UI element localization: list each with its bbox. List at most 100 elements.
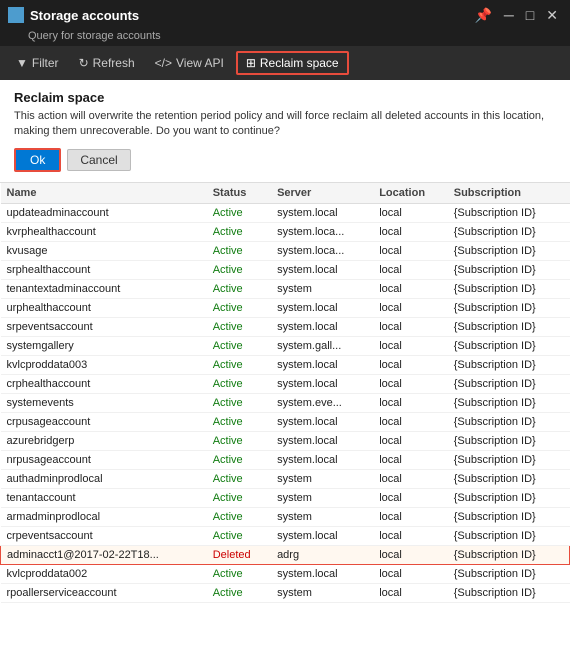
cell-location: local: [373, 203, 448, 222]
main-window: Storage accounts 📌 ─ □ ✕ Query for stora…: [0, 0, 570, 661]
table-row[interactable]: kvlcproddata003Activesystem.locallocal{S…: [1, 355, 570, 374]
cell-name: kvlcproddata003: [1, 355, 207, 374]
minimize-button[interactable]: ─: [500, 7, 518, 23]
table-row[interactable]: kvusageActivesystem.loca...local{Subscri…: [1, 241, 570, 260]
alert-box: Reclaim space This action will overwrite…: [0, 80, 570, 183]
cell-subscription: {Subscription ID}: [448, 241, 570, 260]
cell-status: Active: [207, 393, 271, 412]
view-api-button[interactable]: </> View API: [147, 53, 232, 73]
table-row[interactable]: azurebridgerpActivesystem.locallocal{Sub…: [1, 431, 570, 450]
cell-subscription: {Subscription ID}: [448, 450, 570, 469]
view-api-label: View API: [176, 56, 224, 70]
table-row[interactable]: systemgalleryActivesystem.gall...local{S…: [1, 336, 570, 355]
col-subscription: Subscription: [448, 183, 570, 204]
cell-name: updateadminaccount: [1, 203, 207, 222]
cell-location: local: [373, 469, 448, 488]
cell-status: Active: [207, 298, 271, 317]
table-container[interactable]: Name Status Server Location Subscription…: [0, 183, 570, 661]
subtitle-bar: Query for storage accounts: [0, 30, 570, 46]
ok-button[interactable]: Ok: [14, 148, 61, 172]
cell-subscription: {Subscription ID}: [448, 298, 570, 317]
cell-subscription: {Subscription ID}: [448, 412, 570, 431]
cell-subscription: {Subscription ID}: [448, 507, 570, 526]
cell-server: system.local: [271, 564, 373, 583]
cell-subscription: {Subscription ID}: [448, 526, 570, 545]
cell-server: adrg: [271, 545, 373, 564]
table-row[interactable]: rpoallerserviceaccountActivesystemlocal{…: [1, 583, 570, 602]
table-row[interactable]: armadminprodlocalActivesystemlocal{Subsc…: [1, 507, 570, 526]
cell-subscription: {Subscription ID}: [448, 393, 570, 412]
cell-server: system: [271, 469, 373, 488]
cell-location: local: [373, 355, 448, 374]
maximize-button[interactable]: □: [522, 7, 538, 23]
table-row[interactable]: updateadminaccountActivesystem.localloca…: [1, 203, 570, 222]
reclaim-button[interactable]: ⊞ Reclaim space: [236, 51, 349, 75]
cell-name: armadminprodlocal: [1, 507, 207, 526]
storage-table: Name Status Server Location Subscription…: [0, 183, 570, 603]
table-row[interactable]: authadminprodlocalActivesystemlocal{Subs…: [1, 469, 570, 488]
table-row[interactable]: urphealthaccountActivesystem.locallocal{…: [1, 298, 570, 317]
table-row[interactable]: nrpusageaccountActivesystem.locallocal{S…: [1, 450, 570, 469]
close-button[interactable]: ✕: [542, 7, 562, 24]
cell-server: system.loca...: [271, 222, 373, 241]
cell-status: Active: [207, 279, 271, 298]
cell-status: Active: [207, 336, 271, 355]
cell-server: system.local: [271, 298, 373, 317]
pin-button[interactable]: 📌: [470, 7, 495, 24]
table-row[interactable]: srphealthaccountActivesystem.locallocal{…: [1, 260, 570, 279]
cell-location: local: [373, 412, 448, 431]
cancel-button[interactable]: Cancel: [67, 149, 130, 171]
alert-title: Reclaim space: [14, 90, 556, 105]
alert-text: This action will overwrite the retention…: [14, 109, 556, 140]
table-row[interactable]: srpeventsaccountActivesystem.locallocal{…: [1, 317, 570, 336]
cell-status: Active: [207, 526, 271, 545]
cell-status: Active: [207, 564, 271, 583]
table-row[interactable]: adminacct1@2017-02-22T18...Deletedadrglo…: [1, 545, 570, 564]
cell-name: srphealthaccount: [1, 260, 207, 279]
table-row[interactable]: crpeventsaccountActivesystem.locallocal{…: [1, 526, 570, 545]
cell-status: Active: [207, 260, 271, 279]
cell-server: system: [271, 488, 373, 507]
cell-location: local: [373, 260, 448, 279]
cell-status: Active: [207, 488, 271, 507]
cell-server: system: [271, 507, 373, 526]
cell-server: system.local: [271, 526, 373, 545]
cell-subscription: {Subscription ID}: [448, 260, 570, 279]
cell-status: Active: [207, 355, 271, 374]
table-row[interactable]: tenantaccountActivesystemlocal{Subscript…: [1, 488, 570, 507]
cell-status: Deleted: [207, 545, 271, 564]
table-row[interactable]: systemeventsActivesystem.eve...local{Sub…: [1, 393, 570, 412]
cell-name: systemevents: [1, 393, 207, 412]
cell-name: rpoallerserviceaccount: [1, 583, 207, 602]
cell-location: local: [373, 222, 448, 241]
cell-name: crpeventsaccount: [1, 526, 207, 545]
cell-status: Active: [207, 317, 271, 336]
cell-subscription: {Subscription ID}: [448, 488, 570, 507]
table-row[interactable]: tenantextadminaccountActivesystemlocal{S…: [1, 279, 570, 298]
filter-button[interactable]: ▼ Filter: [8, 53, 67, 73]
table-row[interactable]: kvrphealthaccountActivesystem.loca...loc…: [1, 222, 570, 241]
cell-status: Active: [207, 222, 271, 241]
cell-status: Active: [207, 507, 271, 526]
cell-location: local: [373, 279, 448, 298]
cell-location: local: [373, 545, 448, 564]
cell-location: local: [373, 336, 448, 355]
cell-location: local: [373, 241, 448, 260]
cell-server: system.local: [271, 317, 373, 336]
table-row[interactable]: kvlcproddata002Activesystem.locallocal{S…: [1, 564, 570, 583]
title-bar-left: Storage accounts: [8, 7, 139, 23]
cell-location: local: [373, 317, 448, 336]
cell-server: system.gall...: [271, 336, 373, 355]
col-location: Location: [373, 183, 448, 204]
table-row[interactable]: crpusageaccountActivesystem.locallocal{S…: [1, 412, 570, 431]
cell-subscription: {Subscription ID}: [448, 374, 570, 393]
alert-buttons: Ok Cancel: [14, 148, 556, 172]
cell-subscription: {Subscription ID}: [448, 355, 570, 374]
storage-icon: [8, 7, 24, 23]
cell-server: system.local: [271, 450, 373, 469]
table-row[interactable]: crphealthaccountActivesystem.locallocal{…: [1, 374, 570, 393]
cell-name: kvusage: [1, 241, 207, 260]
refresh-button[interactable]: ↻ Refresh: [71, 53, 143, 73]
cell-location: local: [373, 564, 448, 583]
toolbar: ▼ Filter ↻ Refresh </> View API ⊞ Reclai…: [0, 46, 570, 80]
